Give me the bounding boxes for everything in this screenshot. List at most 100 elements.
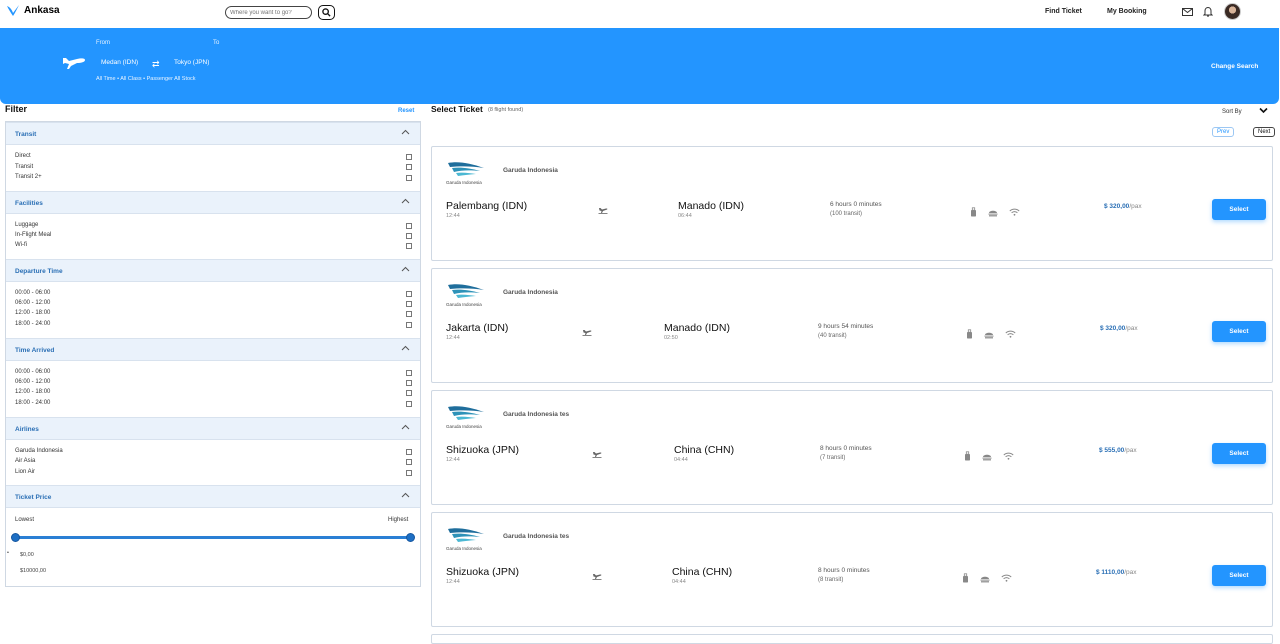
flight-duration: 8 hours 0 minutes	[818, 567, 870, 574]
meal-icon	[982, 454, 992, 460]
filter-section-facilities[interactable]: Facilities	[6, 191, 420, 214]
chevron-down-icon[interactable]	[1259, 107, 1268, 114]
avatar[interactable]	[1224, 3, 1241, 20]
meal-icon	[988, 210, 998, 216]
filter-reset-link[interactable]: Reset	[398, 108, 414, 114]
next-page-button[interactable]: Next	[1253, 127, 1276, 137]
luggage-icon	[965, 451, 970, 461]
facility-icons	[966, 329, 1016, 339]
airline-logo-caption: Garuda Indonesia	[446, 546, 482, 551]
transit-count: (7 transit)	[820, 455, 846, 461]
filter-panel: Transit Direct Transit Transit 2+ Facili…	[5, 121, 421, 587]
find-ticket-link[interactable]: Find Ticket	[1045, 8, 1082, 15]
flight-direction-icon	[598, 208, 608, 214]
from-city: Medan (IDN)	[101, 59, 139, 66]
garuda-logo-icon	[448, 162, 484, 176]
prev-page-button[interactable]: Prev	[1212, 127, 1235, 137]
filter-option-label: Wi-fi	[15, 242, 27, 248]
airline-logo-caption: Garuda Indonesia	[446, 302, 482, 307]
price-highest-label: Highest	[388, 517, 409, 523]
departure-time: 12:44	[446, 213, 460, 219]
ankasa-logo-icon	[7, 5, 19, 16]
price-amount: $ 1110,00	[1096, 569, 1125, 576]
filter-option-label: Luggage	[15, 222, 39, 228]
checkbox-meal[interactable]	[406, 233, 412, 239]
chevron-up-icon	[401, 198, 410, 204]
facility-icons	[970, 207, 1020, 217]
filter-option-label: 00:00 - 06:00	[15, 369, 51, 375]
select-ticket-button[interactable]: Select	[1212, 565, 1266, 586]
filter-option-label: 12:00 - 18:00	[15, 389, 51, 395]
search-icon	[322, 8, 331, 17]
bullet-dot: •	[7, 550, 9, 556]
departure-city: Palembang (IDN)	[446, 200, 528, 212]
checkbox-airline[interactable]	[406, 449, 412, 455]
filter-section-title: Time Arrived	[15, 347, 55, 354]
checkbox-arrived[interactable]	[406, 380, 412, 386]
checkbox-arrived[interactable]	[406, 390, 412, 396]
select-ticket-button[interactable]: Select	[1212, 199, 1266, 220]
to-city: Tokyo (JPN)	[174, 59, 210, 66]
transit-count: (40 transit)	[818, 333, 847, 339]
wifi-icon	[1001, 574, 1012, 582]
filter-option-label: Transit	[15, 164, 34, 170]
to-label: To	[213, 40, 220, 46]
price-max-value: $10000,00	[20, 568, 46, 574]
price-slider-min-handle[interactable]	[11, 533, 20, 542]
ticket-price: $ 1110,00/pax	[1096, 569, 1137, 576]
change-search-link[interactable]: Change Search	[1211, 63, 1258, 70]
select-ticket-button[interactable]: Select	[1212, 321, 1266, 342]
checkbox-wifi[interactable]	[406, 243, 412, 249]
checkbox-transit-2plus[interactable]	[406, 175, 412, 181]
checkbox-departure[interactable]	[406, 291, 412, 297]
checkbox-transit[interactable]	[406, 164, 412, 170]
swap-icon[interactable]: ⇄	[152, 59, 160, 70]
checkbox-departure[interactable]	[406, 301, 412, 307]
arrival-time: 02:50	[664, 335, 678, 341]
filter-section-ticket-price[interactable]: Ticket Price	[6, 485, 420, 508]
checkbox-airline[interactable]	[406, 459, 412, 465]
arrival-city: China (CHN)	[674, 444, 735, 456]
filter-option-label: Garuda Indonesia	[15, 448, 63, 454]
arrival-time: 04:44	[674, 457, 688, 463]
checkbox-airline[interactable]	[406, 470, 412, 476]
filter-section-airlines[interactable]: Airlines	[6, 417, 420, 440]
filter-section-time-arrived[interactable]: Time Arrived	[6, 338, 420, 361]
ticket-card: Garuda Indonesia Garuda Indonesia Palemban…	[431, 146, 1273, 261]
checkbox-arrived[interactable]	[406, 401, 412, 407]
arrival-city: Manado (IDN)	[664, 322, 730, 334]
checkbox-luggage[interactable]	[406, 223, 412, 229]
filter-section-departure-time[interactable]: Departure Time	[6, 259, 420, 282]
filter-option-label: 12:00 - 18:00	[15, 310, 51, 316]
price-slider-track[interactable]	[15, 536, 411, 539]
ticket-card: Garuda Indonesia Garuda Indonesia tes Shiz…	[431, 390, 1273, 505]
filter-section-title: Transit	[15, 131, 37, 138]
brand[interactable]: Ankasa	[6, 4, 60, 17]
bell-icon[interactable]	[1203, 6, 1213, 17]
filter-option-label: 18:00 - 24:00	[15, 321, 51, 327]
filter-option-label: 00:00 - 06:00	[15, 290, 51, 296]
mail-icon[interactable]	[1182, 8, 1193, 16]
filter-section-title: Ticket Price	[15, 494, 52, 501]
my-booking-link[interactable]: My Booking	[1107, 8, 1147, 15]
checkbox-direct[interactable]	[406, 154, 412, 160]
search-summary-banner: From To Medan (IDN) ⇄ Tokyo (JPN) All Ti…	[0, 28, 1279, 104]
price-amount: $ 555,00	[1099, 447, 1125, 454]
ticket-card: Garuda Indonesia Garuda Indonesia Jakarta …	[431, 268, 1273, 383]
price-slider-max-handle[interactable]	[406, 533, 415, 542]
checkbox-departure[interactable]	[406, 322, 412, 328]
select-ticket-button[interactable]: Select	[1212, 443, 1266, 464]
search-input[interactable]	[225, 6, 312, 19]
checkbox-arrived[interactable]	[406, 370, 412, 376]
filter-option-label: Air Asia	[15, 458, 36, 464]
search-button[interactable]	[318, 5, 335, 20]
filter-section-transit[interactable]: Transit	[6, 122, 420, 145]
checkbox-departure[interactable]	[406, 311, 412, 317]
departure-city: Jakarta (IDN)	[446, 322, 509, 334]
filter-title: Filter	[5, 104, 28, 114]
price-amount: $ 320,00	[1100, 325, 1126, 332]
wifi-icon	[1003, 452, 1014, 460]
sort-by-label[interactable]: Sort By	[1222, 109, 1242, 115]
filter-option-label: Direct	[15, 153, 31, 159]
price-per-pax: /pax	[1124, 569, 1137, 576]
